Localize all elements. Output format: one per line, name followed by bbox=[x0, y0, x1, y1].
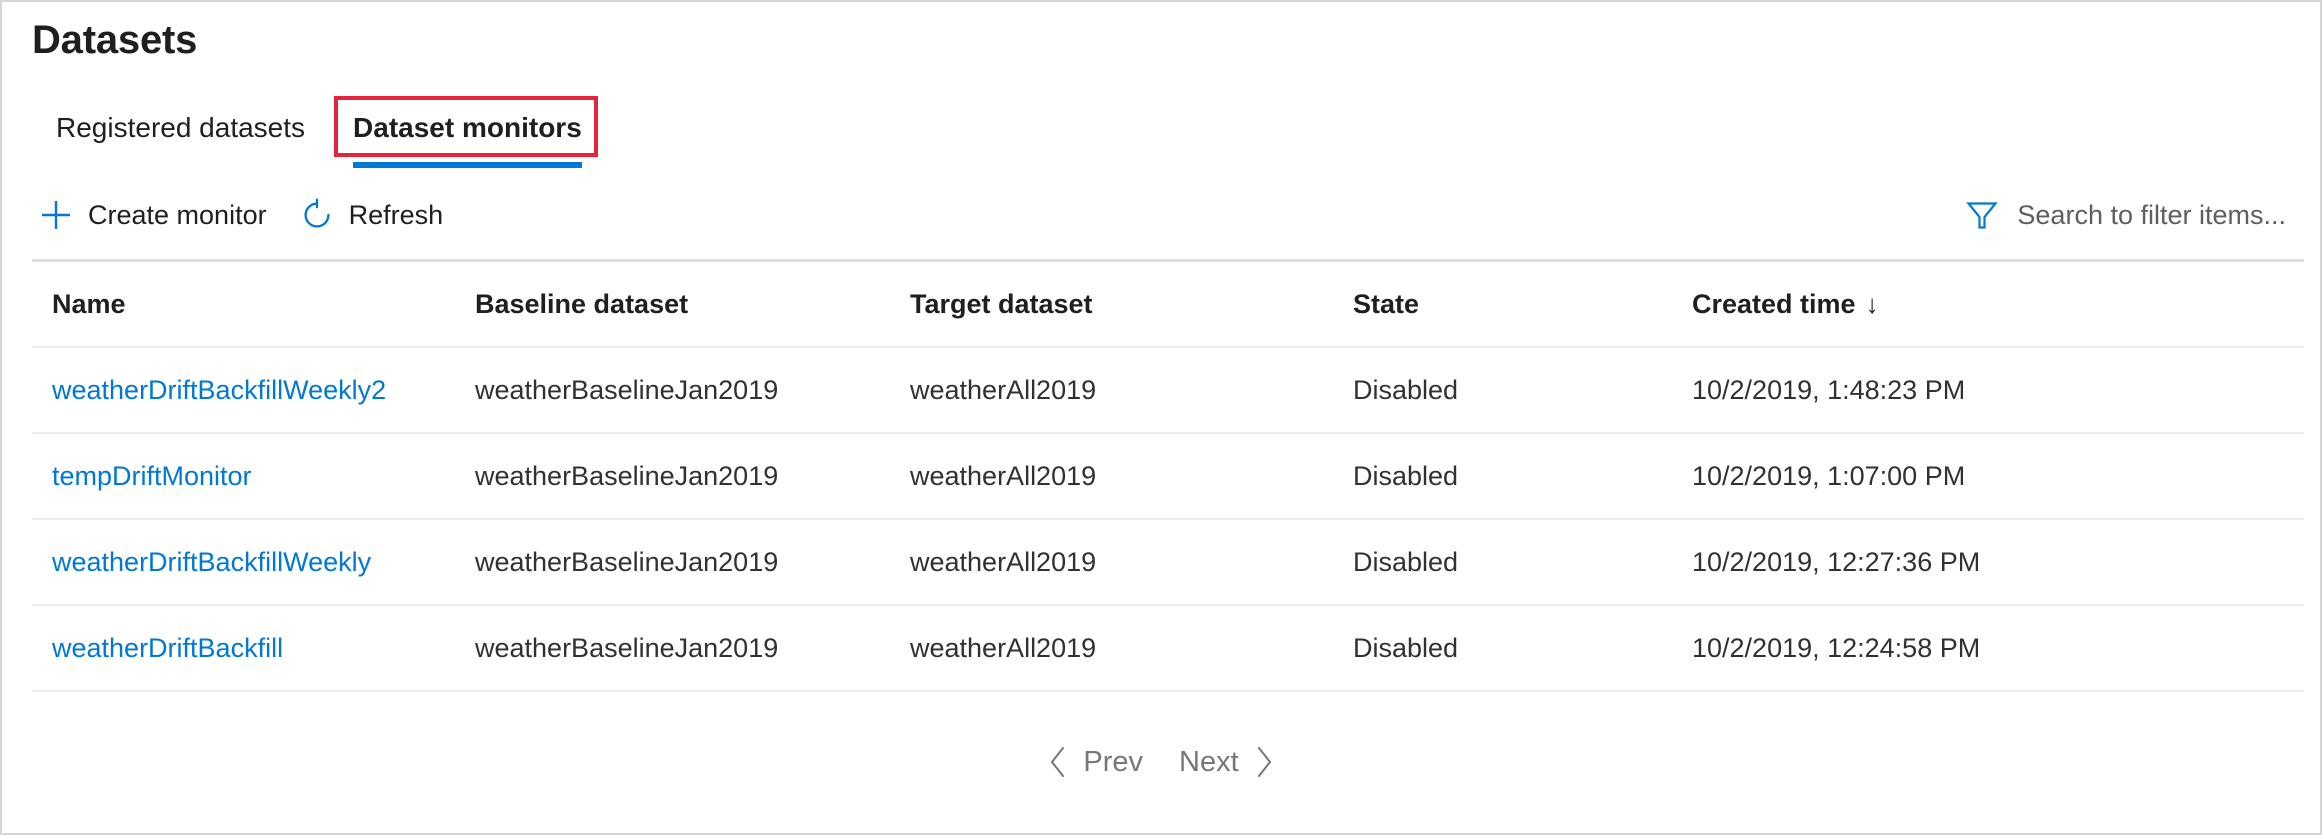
next-page-button[interactable]: Next bbox=[1161, 737, 1295, 787]
column-header-target-dataset[interactable]: Target dataset bbox=[910, 289, 1353, 320]
monitor-name-link[interactable]: tempDriftMonitor bbox=[52, 461, 252, 491]
tab-dataset-monitors[interactable]: Dataset monitors bbox=[329, 97, 606, 159]
cell-name: weatherDriftBackfillWeekly bbox=[32, 547, 475, 578]
table-row[interactable]: tempDriftMonitor weatherBaselineJan2019 … bbox=[32, 434, 2304, 520]
create-monitor-label: Create monitor bbox=[88, 200, 267, 231]
create-monitor-button[interactable]: Create monitor bbox=[32, 186, 281, 244]
tab-active-underline bbox=[353, 162, 582, 168]
cell-name: weatherDriftBackfill bbox=[32, 633, 475, 664]
table-row[interactable]: weatherDriftBackfill weatherBaselineJan2… bbox=[32, 606, 2304, 692]
prev-page-label: Prev bbox=[1083, 746, 1143, 779]
cell-baseline-dataset: weatherBaselineJan2019 bbox=[475, 375, 910, 406]
plus-icon bbox=[36, 195, 76, 235]
column-header-label: Baseline dataset bbox=[475, 289, 688, 319]
column-header-label: State bbox=[1353, 289, 1419, 319]
datasets-page: Datasets Registered datasets Dataset mon… bbox=[0, 0, 2322, 835]
chevron-left-icon bbox=[1045, 745, 1071, 779]
search-filter-input[interactable]: Search to filter items... bbox=[1961, 186, 2290, 244]
refresh-icon bbox=[297, 195, 337, 235]
tab-registered-datasets[interactable]: Registered datasets bbox=[32, 97, 329, 159]
monitor-name-link[interactable]: weatherDriftBackfill bbox=[52, 633, 283, 663]
table-header-row: Name Baseline dataset Target dataset Sta… bbox=[32, 262, 2304, 348]
column-header-label: Target dataset bbox=[910, 289, 1093, 319]
monitor-name-link[interactable]: weatherDriftBackfillWeekly bbox=[52, 547, 371, 577]
search-filter-placeholder: Search to filter items... bbox=[2017, 200, 2286, 231]
cell-baseline-dataset: weatherBaselineJan2019 bbox=[475, 547, 910, 578]
table-row[interactable]: weatherDriftBackfillWeekly weatherBaseli… bbox=[32, 520, 2304, 606]
sort-descending-icon: ↓ bbox=[1866, 289, 1879, 320]
tab-label: Registered datasets bbox=[56, 112, 305, 144]
cell-target-dataset: weatherAll2019 bbox=[910, 461, 1353, 492]
cell-name: tempDriftMonitor bbox=[32, 461, 475, 492]
cell-baseline-dataset: weatherBaselineJan2019 bbox=[475, 461, 910, 492]
cell-created-time: 10/2/2019, 1:48:23 PM bbox=[1692, 375, 2252, 406]
chevron-right-icon bbox=[1251, 745, 1277, 779]
table-row[interactable]: weatherDriftBackfillWeekly2 weatherBasel… bbox=[32, 348, 2304, 434]
refresh-label: Refresh bbox=[349, 200, 444, 231]
column-header-label: Created time bbox=[1692, 289, 1856, 319]
cell-created-time: 10/2/2019, 12:27:36 PM bbox=[1692, 547, 2252, 578]
cell-created-time: 10/2/2019, 1:07:00 PM bbox=[1692, 461, 2252, 492]
pagination: Prev Next bbox=[2, 737, 2320, 787]
tab-label: Dataset monitors bbox=[353, 112, 582, 144]
cell-state: Disabled bbox=[1353, 375, 1692, 406]
cell-target-dataset: weatherAll2019 bbox=[910, 633, 1353, 664]
cell-state: Disabled bbox=[1353, 461, 1692, 492]
cell-state: Disabled bbox=[1353, 633, 1692, 664]
cell-name: weatherDriftBackfillWeekly2 bbox=[32, 375, 475, 406]
column-header-name[interactable]: Name bbox=[32, 289, 475, 320]
command-bar: Create monitor Refresh Search to filter … bbox=[32, 182, 2290, 248]
cell-target-dataset: weatherAll2019 bbox=[910, 547, 1353, 578]
refresh-button[interactable]: Refresh bbox=[293, 186, 458, 244]
column-header-state[interactable]: State bbox=[1353, 289, 1692, 320]
pivot-tab-bar: Registered datasets Dataset monitors bbox=[32, 97, 606, 159]
cell-baseline-dataset: weatherBaselineJan2019 bbox=[475, 633, 910, 664]
column-header-baseline-dataset[interactable]: Baseline dataset bbox=[475, 289, 910, 320]
monitor-name-link[interactable]: weatherDriftBackfillWeekly2 bbox=[52, 375, 386, 405]
cell-state: Disabled bbox=[1353, 547, 1692, 578]
next-page-label: Next bbox=[1179, 746, 1239, 779]
dataset-monitors-table: Name Baseline dataset Target dataset Sta… bbox=[32, 262, 2304, 692]
column-header-label: Name bbox=[52, 289, 126, 319]
page-title: Datasets bbox=[32, 16, 197, 64]
filter-funnel-icon bbox=[1961, 194, 2003, 236]
column-header-created-time[interactable]: Created time ↓ bbox=[1692, 289, 2252, 320]
prev-page-button[interactable]: Prev bbox=[1027, 737, 1161, 787]
cell-created-time: 10/2/2019, 12:24:58 PM bbox=[1692, 633, 2252, 664]
cell-target-dataset: weatherAll2019 bbox=[910, 375, 1353, 406]
